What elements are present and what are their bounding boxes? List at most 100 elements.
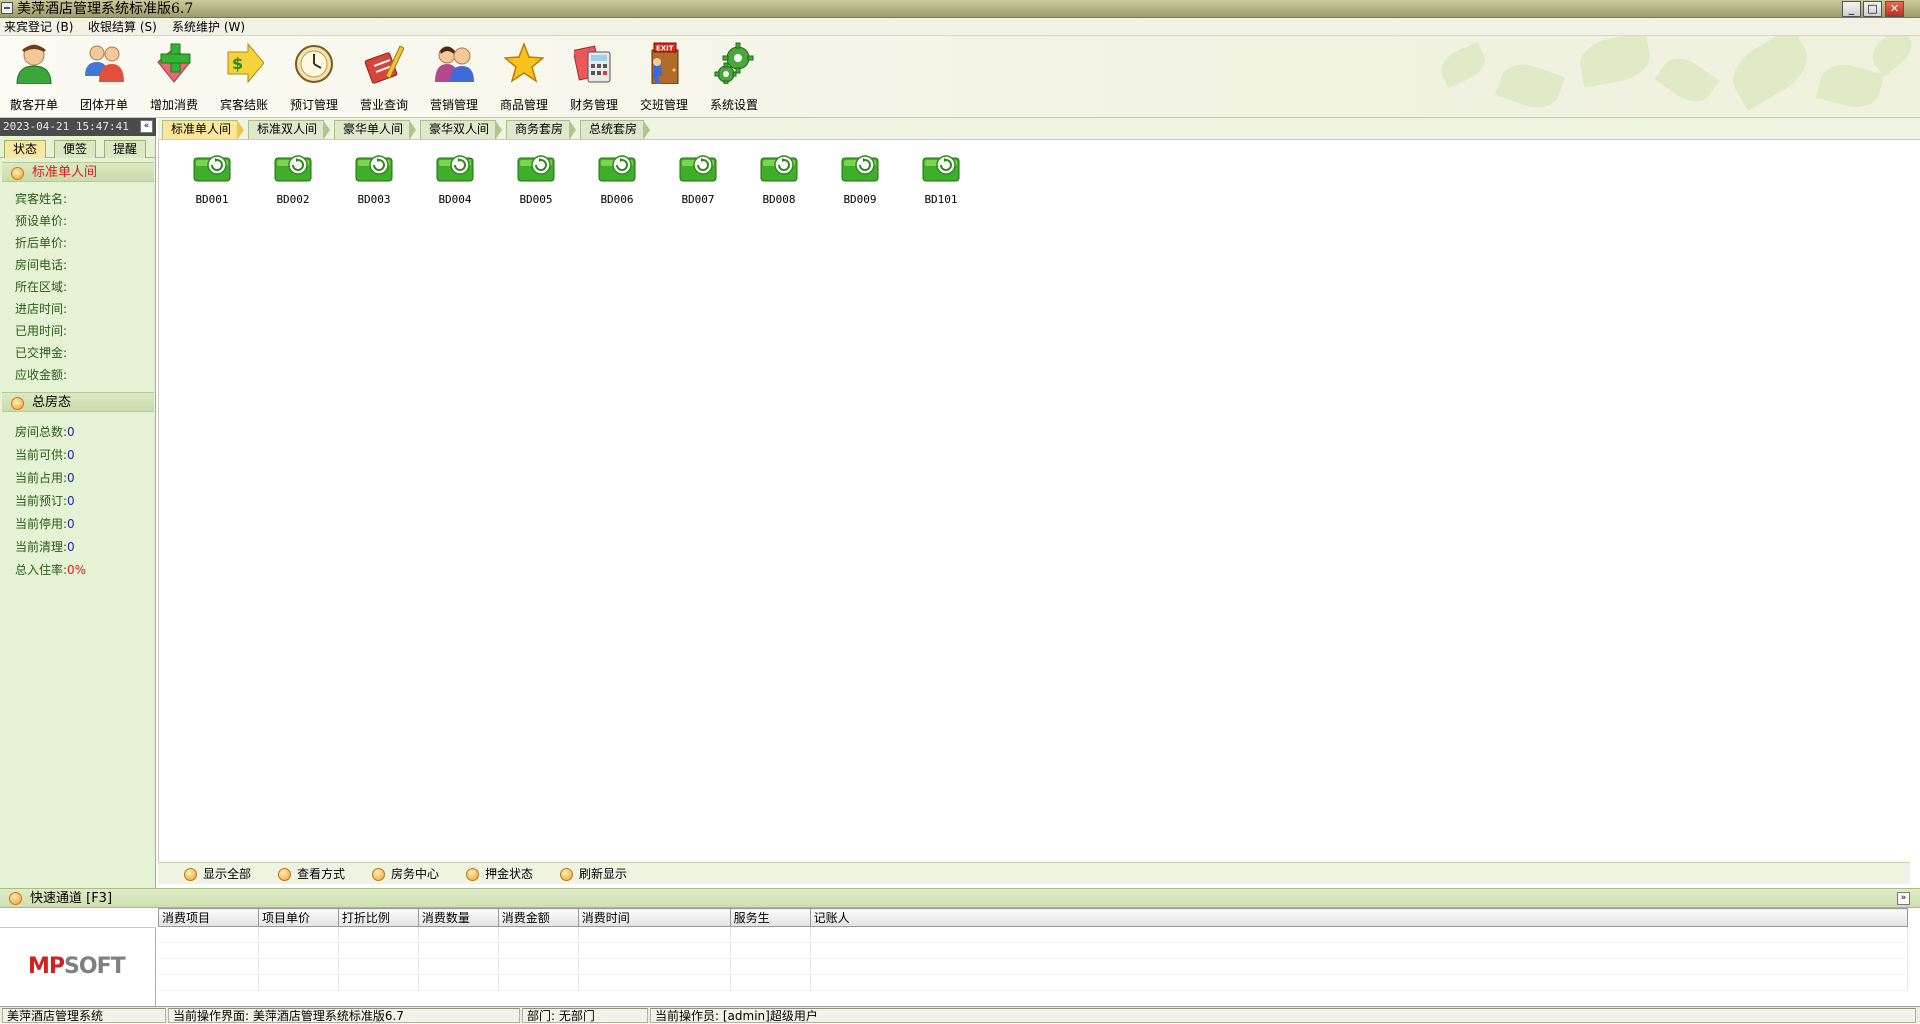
vacant-room-icon xyxy=(760,155,798,182)
table-cell xyxy=(810,926,1909,943)
deposit-icon xyxy=(466,868,479,881)
gear-icon xyxy=(714,42,754,84)
tab-notes[interactable]: 便签 xyxy=(54,140,96,158)
table-cell xyxy=(730,958,811,975)
quick-channel-input[interactable] xyxy=(0,908,156,928)
collapse-panel-button[interactable]: « xyxy=(140,120,153,133)
field-amount-due: 应收金额: xyxy=(15,368,68,382)
quick-channel-bar[interactable]: 快速通道 [F3] » xyxy=(0,888,1920,908)
stat-occupancy-rate: 总入住率:0% xyxy=(15,563,87,577)
toolbar-reservation-button[interactable]: 预订管理 xyxy=(282,40,346,114)
toolbar-label: 增加消费 xyxy=(149,98,198,112)
toolbar-label: 团体开单 xyxy=(79,98,128,112)
vacant-room-icon xyxy=(274,155,312,182)
show-all-button[interactable]: 显示全部 xyxy=(184,865,251,883)
tab-status[interactable]: 状态 xyxy=(4,140,46,158)
toolbar-label: 营销管理 xyxy=(429,98,478,112)
room-number: BD009 xyxy=(843,193,877,206)
table-cell xyxy=(158,958,259,975)
room-bd002[interactable]: BD002 xyxy=(254,148,324,208)
room-bd007[interactable]: BD007 xyxy=(659,148,729,208)
table-cell xyxy=(258,974,339,991)
leaf-decoration xyxy=(1865,36,1919,77)
column-header[interactable]: 打折比例 xyxy=(337,908,419,927)
room-number: BD002 xyxy=(276,193,310,206)
view-mode-button[interactable]: 查看方式 xyxy=(278,865,345,883)
menu-checkin[interactable]: 来宾登记 (B) xyxy=(4,18,73,36)
datetime-display: 2023-04-21 15:47:41 xyxy=(0,118,156,136)
toolbar-label: 系统设置 xyxy=(709,98,758,112)
toolbar-finance-button[interactable]: 财务管理 xyxy=(562,40,626,114)
quick-channel-toggle[interactable]: » xyxy=(1897,892,1910,905)
tab-reminders[interactable]: 提醒 xyxy=(104,140,146,158)
table-cell xyxy=(810,958,1909,975)
room-status-header[interactable]: 总房态 xyxy=(2,392,154,412)
toolbar-label: 预订管理 xyxy=(289,98,338,112)
tab-presidential-suite[interactable]: 总统套房 xyxy=(580,120,650,140)
menu-bar: 来宾登记 (B) 收银结算 (S) 系统维护 (W) xyxy=(0,18,1920,36)
maximize-button[interactable]: □ xyxy=(1863,1,1882,17)
show-all-icon xyxy=(184,868,197,881)
table-cell xyxy=(810,974,1909,991)
column-header[interactable]: 服务生 xyxy=(729,908,811,927)
leaf-decoration xyxy=(1722,36,1818,111)
system-menu-icon[interactable] xyxy=(1,2,13,14)
deposit-status-button[interactable]: 押金状态 xyxy=(466,865,533,883)
collapse-section-icon xyxy=(9,892,22,905)
toolbar-checkout-button[interactable]: $ 宾客结账 xyxy=(212,40,276,114)
field-preset-price: 预设单价: xyxy=(15,214,68,228)
toolbar-goods-button[interactable]: 商品管理 xyxy=(492,40,556,114)
toolbar-business-query-button[interactable]: 营业查询 xyxy=(352,40,416,114)
status-current-ui: 当前操作界面: 美萍酒店管理系统标准版6.7 xyxy=(168,1008,520,1023)
minimize-button[interactable]: _ xyxy=(1842,1,1861,17)
tab-deluxe-double[interactable]: 豪华双人间 xyxy=(420,120,502,140)
menu-cashier[interactable]: 收银结算 (S) xyxy=(88,18,157,36)
toolbar-shift-button[interactable]: EXIT 交班管理 xyxy=(632,40,696,114)
room-bd005[interactable]: BD005 xyxy=(497,148,567,208)
refresh-display-button[interactable]: 刷新显示 xyxy=(560,865,627,883)
room-bd001[interactable]: BD001 xyxy=(173,148,243,208)
close-button[interactable]: ✕ xyxy=(1885,1,1904,17)
reservation-clock-icon xyxy=(295,45,333,83)
table-cell xyxy=(338,958,419,975)
room-bd009[interactable]: BD009 xyxy=(821,148,891,208)
toolbar-add-consumption-button[interactable]: 增加消费 xyxy=(142,40,206,114)
table-cell xyxy=(418,974,499,991)
tab-standard-double[interactable]: 标准双人间 xyxy=(248,120,330,140)
toolbar-single-checkin-button[interactable]: 散客开单 xyxy=(2,40,66,114)
room-bd006[interactable]: BD006 xyxy=(578,148,648,208)
column-header[interactable]: 消费金额 xyxy=(497,908,579,927)
table-cell xyxy=(498,958,579,975)
column-header[interactable]: 项目单价 xyxy=(257,908,339,927)
toolbar-group-checkin-button[interactable]: 团体开单 xyxy=(72,40,136,114)
toolbar-marketing-button[interactable]: 营销管理 xyxy=(422,40,486,114)
stat-disabled: 当前停用:0 xyxy=(15,517,75,531)
table-cell xyxy=(498,926,579,943)
table-cell xyxy=(578,926,731,943)
room-type-tabs: 标准单人间 标准双人间 豪华单人间 豪华双人间 商务套房 总统套房 xyxy=(158,118,1920,140)
menu-system[interactable]: 系统维护 (W) xyxy=(172,18,245,36)
tab-standard-single[interactable]: 标准单人间 xyxy=(162,120,244,140)
toolbar-settings-button[interactable]: 系统设置 xyxy=(702,40,766,114)
tab-deluxe-single[interactable]: 豪华单人间 xyxy=(334,120,416,140)
table-cell xyxy=(338,942,419,959)
tab-business-suite[interactable]: 商务套房 xyxy=(506,120,576,140)
column-header[interactable]: 消费时间 xyxy=(577,908,731,927)
exit-door-icon: EXIT xyxy=(651,42,679,84)
table-cell xyxy=(498,974,579,991)
status-bar: 美萍酒店管理系统 当前操作界面: 美萍酒店管理系统标准版6.7 部门: 无部门 … xyxy=(0,1006,1920,1023)
room-bd003[interactable]: BD003 xyxy=(335,148,405,208)
vacant-room-icon xyxy=(193,155,231,182)
room-bd008[interactable]: BD008 xyxy=(740,148,810,208)
room-bd101[interactable]: BD101 xyxy=(902,148,972,208)
column-header[interactable]: 消费项目 xyxy=(158,908,259,927)
stat-available: 当前可供:0 xyxy=(15,448,75,462)
housekeeping-center-button[interactable]: 房务中心 xyxy=(372,865,439,883)
column-header[interactable]: 记账人 xyxy=(809,908,1909,927)
table-cell xyxy=(730,942,811,959)
room-bd004[interactable]: BD004 xyxy=(416,148,486,208)
room-info-header[interactable]: 标准单人间 xyxy=(2,162,154,182)
table-cell xyxy=(578,958,731,975)
column-header[interactable]: 消费数量 xyxy=(417,908,499,927)
field-deposit: 已交押金: xyxy=(15,346,68,360)
